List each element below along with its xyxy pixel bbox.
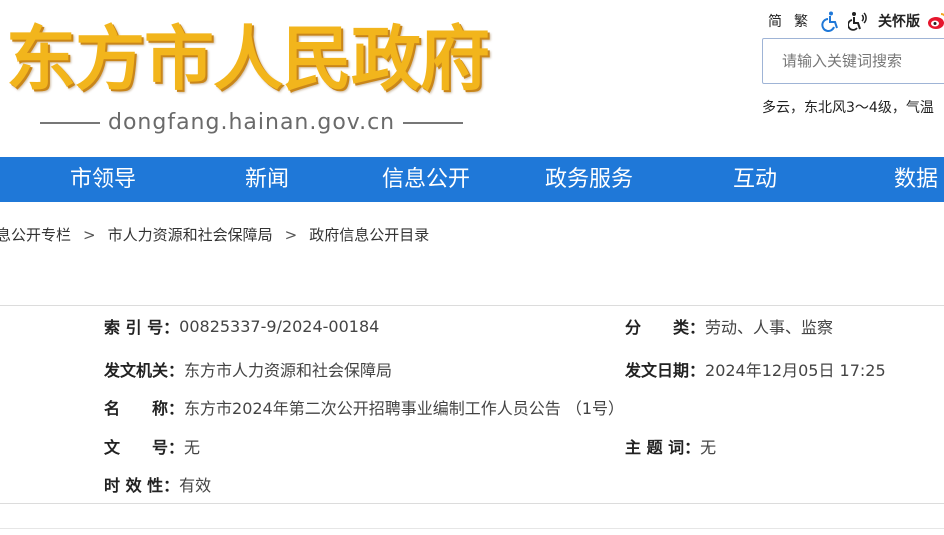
logo-domain-text: dongfang.hainan.gov.cn — [108, 110, 396, 135]
date-label: 发文日期： — [625, 361, 706, 380]
search-input[interactable] — [782, 52, 944, 70]
simplified-chinese-link[interactable]: 简 — [768, 11, 782, 31]
breadcrumb-separator: > — [284, 225, 298, 244]
subject-label: 主 题 词： — [625, 438, 701, 457]
category-value: 劳动、人事、监察 — [705, 318, 834, 337]
validity-label: 时 效 性： — [104, 476, 180, 495]
search-box — [762, 38, 944, 84]
name-label: 名 称： — [104, 399, 185, 418]
info-bottom-divider — [0, 503, 944, 504]
nav-item-gov-services[interactable]: 政务服务 — [545, 157, 633, 202]
traditional-chinese-link[interactable]: 繁 — [794, 11, 808, 31]
nav-item-interaction[interactable]: 互动 — [733, 157, 777, 202]
main-nav: 市领导 新闻 信息公开 政务服务 互动 数据 — [0, 157, 944, 202]
name-value: 东方市2024年第二次公开招聘事业编制工作人员公告 （1号） — [184, 399, 625, 418]
weather-info: 多云，东北风3～4级，气温 — [762, 100, 934, 116]
info-name: 名 称： 东方市2024年第二次公开招聘事业编制工作人员公告 （1号） — [104, 395, 624, 419]
breadcrumb-hr-bureau[interactable]: 市人力资源和社会保障局 — [108, 224, 273, 245]
validity-value: 有效 — [179, 476, 212, 495]
site-logo-title[interactable]: 东方市人民政府 — [6, 14, 490, 104]
accessibility-speaker-icon[interactable] — [848, 10, 870, 32]
index-value: 00825337-9/2024-00184 — [179, 316, 380, 336]
site-logo-domain: dongfang.hainan.gov.cn — [32, 110, 471, 135]
info-docno: 文 号： 无 — [104, 434, 200, 458]
issuer-value: 东方市人力资源和社会保障局 — [184, 361, 393, 380]
nav-item-data[interactable]: 数据 — [894, 157, 938, 202]
index-label: 索 引 号： — [104, 318, 180, 337]
info-category: 分 类： 劳动、人事、监察 — [625, 314, 833, 338]
breadcrumb-catalog[interactable]: 政府信息公开目录 — [309, 224, 429, 245]
content-divider — [0, 528, 944, 529]
weibo-icon[interactable] — [926, 10, 944, 32]
info-top-divider — [0, 305, 944, 306]
logo-dash-left — [40, 121, 100, 124]
info-issuer: 发文机关： 东方市人力资源和社会保障局 — [104, 357, 392, 381]
docno-label: 文 号： — [104, 438, 185, 457]
site-header: 东方市人民政府 dongfang.hainan.gov.cn 简 繁 关怀版 请… — [0, 0, 944, 157]
info-validity: 时 效 性： 有效 — [104, 472, 211, 496]
breadcrumb-info-column[interactable]: 息公开专栏 — [0, 224, 71, 245]
issuer-label: 发文机关： — [104, 361, 185, 380]
docno-value: 无 — [184, 438, 201, 457]
header-tools: 简 繁 关怀版 — [768, 8, 944, 34]
nav-item-leaders[interactable]: 市领导 — [70, 157, 136, 202]
care-mode-link[interactable]: 关怀版 — [878, 11, 920, 31]
nav-item-info-disclosure[interactable]: 信息公开 — [382, 157, 470, 202]
subject-value: 无 — [700, 438, 717, 457]
info-date: 发文日期： 2024年12月05日 17:25 — [625, 357, 886, 381]
logo-dash-right — [403, 121, 464, 124]
wheelchair-icon[interactable] — [820, 10, 842, 32]
info-index: 索 引 号： 00825337-9/2024-00184 — [104, 314, 379, 338]
info-subject: 主 题 词： 无 — [625, 434, 716, 458]
date-value: 2024年12月05日 17:25 — [705, 361, 886, 380]
breadcrumb: 息公开专栏 > 市人力资源和社会保障局 > 政府信息公开目录 — [0, 224, 429, 245]
category-label: 分 类： — [625, 318, 706, 337]
nav-item-news[interactable]: 新闻 — [245, 157, 289, 202]
breadcrumb-separator: > — [83, 225, 96, 244]
